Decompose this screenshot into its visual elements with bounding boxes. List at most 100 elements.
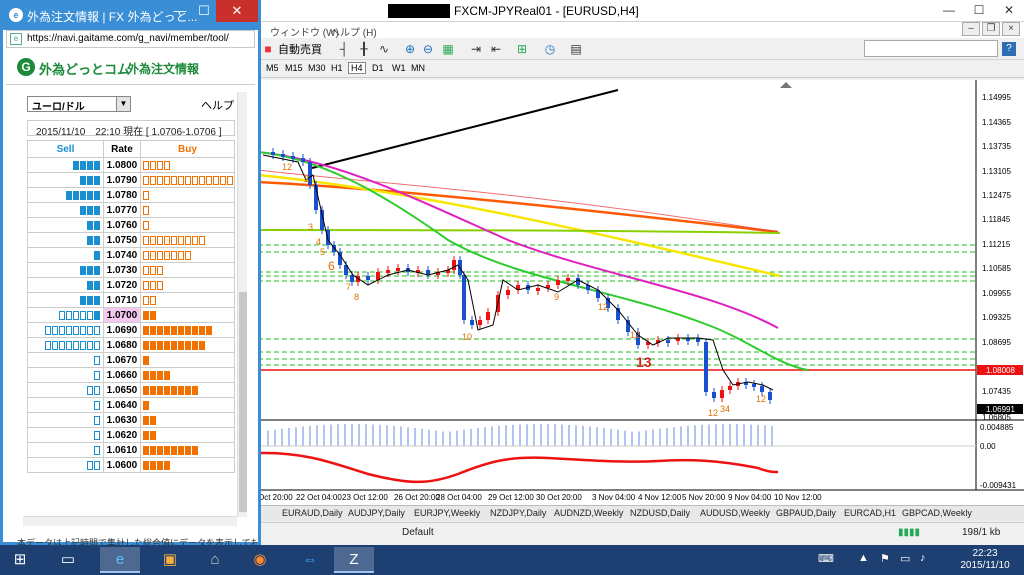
start-icon[interactable]: ⊞ bbox=[2, 547, 38, 573]
url-text[interactable]: https://navi.gaitame.com/g_navi/member/t… bbox=[27, 33, 229, 44]
price-tick: 1.14365 bbox=[982, 118, 1011, 127]
rate-cell: 1.0800 bbox=[102, 157, 141, 173]
board-row: 1.0600 bbox=[27, 457, 236, 473]
tab-eurjpy[interactable]: EURJPY,Weekly bbox=[414, 508, 480, 518]
sell-depth bbox=[27, 397, 104, 413]
date-tick: 5 Nov 20:00 bbox=[682, 493, 726, 502]
mt4-toolbar: ■ 自動売買 ┤ ╂ ∿ ⊕ ⊖ ▦ ⇥ ⇤ ⊞ ◷ ▤ ? bbox=[258, 38, 1024, 60]
mt4-taskbar-icon[interactable]: Z bbox=[334, 547, 374, 573]
minimize-icon[interactable]: — bbox=[934, 0, 964, 20]
sell-depth bbox=[27, 457, 104, 473]
zoom-in-icon[interactable]: ⊕ bbox=[402, 41, 418, 57]
horizontal-scrollbar[interactable] bbox=[23, 516, 237, 526]
tf-h4[interactable]: H4 bbox=[348, 62, 366, 74]
count-label: 7 bbox=[346, 282, 351, 292]
tf-d1[interactable]: D1 bbox=[372, 63, 384, 73]
tab-gbpcad[interactable]: GBPCAD,Weekly bbox=[902, 508, 972, 518]
line-chart-icon[interactable]: ∿ bbox=[376, 41, 392, 57]
teamviewer-icon[interactable]: ⇔ bbox=[290, 547, 330, 573]
buy-depth bbox=[139, 157, 236, 173]
maximize-icon[interactable]: ☐ bbox=[964, 0, 994, 20]
zoom-out-icon[interactable]: ⊖ bbox=[420, 41, 436, 57]
menu-window[interactable]: ウィンドウ (W) bbox=[270, 24, 339, 39]
display-icon[interactable]: ▭ bbox=[900, 552, 910, 565]
explorer-icon[interactable]: ▭ bbox=[48, 547, 88, 573]
tf-mn[interactable]: MN bbox=[411, 63, 425, 73]
buy-depth bbox=[139, 262, 236, 278]
taskbar: ⊞ ▭ e ▣ ⌂ ◉ ⇔ Z ⌨ ▲ ⚑ ▭ ♪ 22:23 2015/11/… bbox=[0, 545, 1024, 575]
tf-h1[interactable]: H1 bbox=[331, 63, 343, 73]
price-tick: 1.14995 bbox=[982, 93, 1011, 102]
board-row: 1.0640 bbox=[27, 397, 236, 413]
candle-chart-icon[interactable]: ╂ bbox=[356, 41, 372, 57]
mdi-close-icon[interactable]: × bbox=[1002, 22, 1020, 36]
firefox-icon[interactable]: ◉ bbox=[240, 547, 280, 573]
sell-depth bbox=[27, 382, 104, 398]
traffic-label: 198/1 kb bbox=[962, 527, 1001, 538]
tab-eurcad[interactable]: EURCAD,H1 bbox=[844, 508, 896, 518]
keyboard-icon[interactable]: ⌨ bbox=[818, 552, 834, 565]
scroll-thumb[interactable] bbox=[239, 292, 247, 512]
tab-euraud[interactable]: EURAUD,Daily bbox=[282, 508, 343, 518]
tf-w1[interactable]: W1 bbox=[392, 63, 406, 73]
trendline bbox=[311, 89, 619, 169]
logo-icon: G bbox=[17, 58, 35, 76]
tab-gbpaud[interactable]: GBPAUD,Daily bbox=[776, 508, 836, 518]
autoscroll-icon[interactable]: ⇤ bbox=[488, 41, 504, 57]
volume-icon[interactable]: ♪ bbox=[920, 552, 926, 564]
minimize-icon[interactable]: — bbox=[168, 0, 192, 22]
rate-cell: 1.0690 bbox=[102, 322, 141, 338]
pair-select[interactable]: ユーロ/ドル ▼ bbox=[27, 96, 131, 113]
chart-shift-icon[interactable]: ⇥ bbox=[468, 41, 484, 57]
tile-windows-icon[interactable]: ▦ bbox=[440, 41, 456, 57]
tab-audjpy[interactable]: AUDJPY,Daily bbox=[348, 508, 405, 518]
close-icon[interactable]: ✕ bbox=[216, 0, 258, 22]
mdi-restore-icon[interactable]: ❐ bbox=[982, 22, 1000, 36]
sell-depth bbox=[27, 187, 104, 203]
count-label: 12 bbox=[708, 408, 718, 418]
help-icon[interactable]: ? bbox=[1002, 42, 1016, 56]
indicators-icon[interactable]: ⊞ bbox=[514, 41, 530, 57]
tf-m30[interactable]: M30 bbox=[308, 63, 326, 73]
tab-nzdusd[interactable]: NZDUSD,Daily bbox=[630, 508, 690, 518]
close-icon[interactable]: ✕ bbox=[994, 0, 1024, 20]
price-chart[interactable]: 12 2 3 4 5 6 7 8 9 12 10 12 12 34 12 13 … bbox=[258, 80, 1024, 505]
periods-icon[interactable]: ◷ bbox=[542, 41, 558, 57]
mdi-minimize-icon[interactable]: – bbox=[962, 22, 980, 36]
maximize-icon[interactable]: ☐ bbox=[192, 0, 216, 22]
file-manager-icon[interactable]: ▣ bbox=[150, 547, 190, 573]
tab-nzdjpy[interactable]: NZDJPY,Daily bbox=[490, 508, 546, 518]
ie-icon[interactable]: e bbox=[100, 547, 140, 573]
sell-depth bbox=[27, 262, 104, 278]
chart-canvas[interactable]: 12 2 3 4 5 6 7 8 9 12 10 12 12 34 12 13 … bbox=[258, 80, 1024, 505]
autotrade-icon[interactable]: ■ bbox=[260, 41, 276, 57]
clock[interactable]: 22:23 2015/11/10 bbox=[950, 548, 1020, 572]
vertical-scrollbar[interactable] bbox=[237, 92, 247, 517]
count-label-13: 13 bbox=[636, 354, 652, 370]
rate-cell: 1.0700 bbox=[102, 307, 141, 323]
help-link[interactable]: ヘルプ bbox=[201, 97, 234, 113]
date-tick: 28 Oct 04:00 bbox=[436, 493, 482, 502]
autotrade-button[interactable]: 自動売買 bbox=[278, 41, 322, 57]
count-label: 12 bbox=[630, 330, 640, 340]
tf-m15[interactable]: M15 bbox=[285, 63, 303, 73]
chevron-down-icon[interactable]: ▼ bbox=[116, 97, 130, 111]
tf-m5[interactable]: M5 bbox=[266, 63, 279, 73]
templates-icon[interactable]: ▤ bbox=[568, 41, 584, 57]
date-axis: Oct 20:00 22 Oct 04:00 23 Oct 12:00 26 Oct … bbox=[258, 493, 822, 502]
network-icon[interactable]: ⌂ bbox=[195, 547, 235, 573]
date-tick: 29 Oct 12:00 bbox=[488, 493, 534, 502]
tray-arrow-icon[interactable]: ▲ bbox=[858, 552, 869, 564]
address-bar[interactable]: e https://navi.gaitame.com/g_navi/member… bbox=[6, 30, 255, 48]
count-label: 12 bbox=[598, 302, 608, 312]
flag-icon[interactable]: ⚑ bbox=[880, 552, 890, 565]
menu-help[interactable]: ヘルプ (H) bbox=[330, 24, 377, 39]
tab-audnzd[interactable]: AUDNZD,Weekly bbox=[554, 508, 623, 518]
search-input[interactable] bbox=[864, 40, 998, 57]
redacted-account bbox=[388, 4, 450, 18]
tab-audusd[interactable]: AUDUSD,Weekly bbox=[700, 508, 770, 518]
board-row: 1.0670 bbox=[27, 352, 236, 368]
price-tick: 1.06805 bbox=[982, 413, 1011, 422]
buy-depth bbox=[139, 232, 236, 248]
bar-chart-icon[interactable]: ┤ bbox=[336, 41, 352, 57]
